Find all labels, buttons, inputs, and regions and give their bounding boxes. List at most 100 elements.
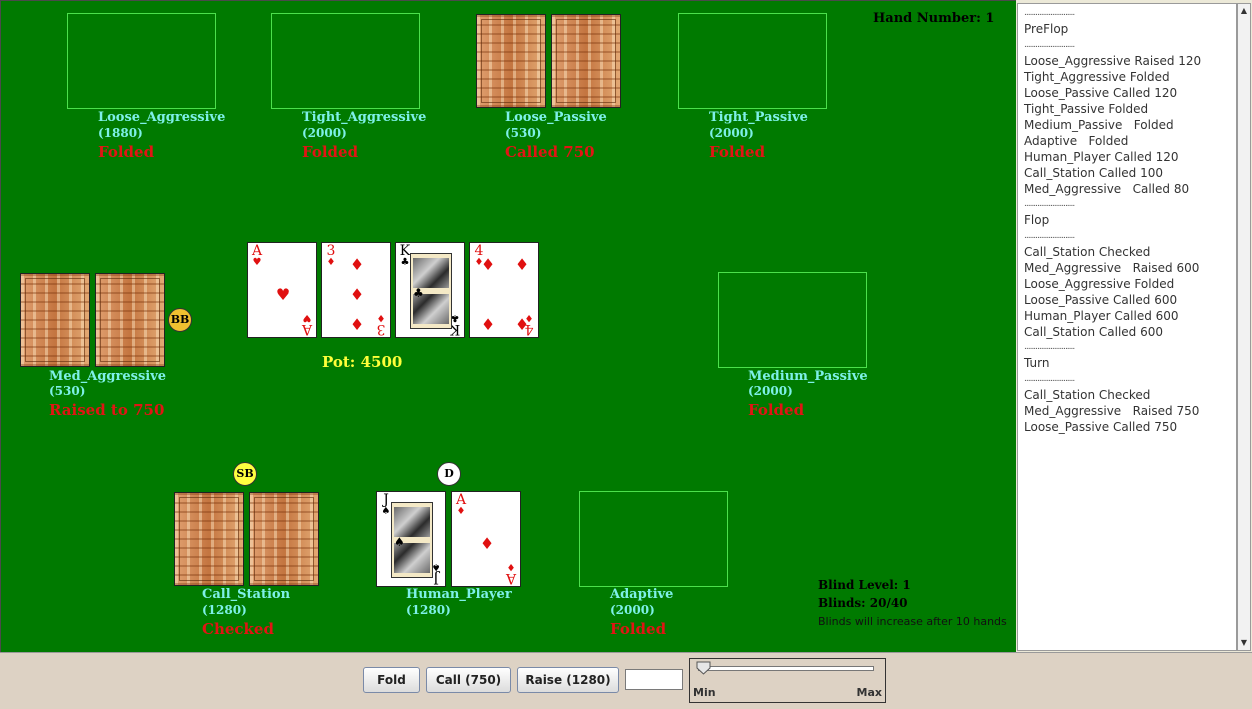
- card-back: [95, 273, 165, 367]
- player-name: Call_Station: [202, 587, 291, 602]
- card-rank: A ♦: [505, 561, 517, 586]
- card-back: [20, 273, 90, 367]
- log-separator: ...........................: [1024, 40, 1075, 50]
- card-suit-icon: ♦: [514, 255, 530, 274]
- player-chips: (2000): [709, 126, 754, 140]
- log-entry: Adaptive Folded: [1024, 134, 1129, 148]
- player-name: Med_Aggressive: [49, 369, 167, 384]
- raise-slider[interactable]: Min Max: [689, 658, 886, 703]
- card-suit-icon: ♦: [479, 534, 495, 553]
- player-name: Medium_Passive: [748, 369, 868, 384]
- card-suit-icon: ♦: [456, 506, 466, 517]
- hand-number: Hand Number: 1: [873, 11, 995, 26]
- log-entry: Human_Player Called 600: [1024, 309, 1179, 323]
- raise-button[interactable]: Raise (1280): [517, 667, 619, 693]
- player-action: Folded: [709, 143, 766, 161]
- player-chips: (1280): [202, 603, 247, 617]
- player-chips: (2000): [610, 603, 655, 617]
- log-entry: Tight_Passive Folded: [1024, 102, 1149, 116]
- slider-thumb[interactable]: [696, 661, 711, 675]
- poker-table: Hand Number: 1 Loose_Aggressive (1880) F…: [0, 0, 1016, 652]
- small-blind-chip: SB: [233, 462, 257, 486]
- log-separator: ...........................: [1024, 342, 1075, 352]
- log-separator: ...........................: [1024, 199, 1075, 209]
- log-entry: Loose_Passive Called 750: [1024, 420, 1178, 434]
- face-card-art: ♣: [410, 253, 452, 329]
- blind-note: Blinds will increase after 10 hands: [818, 615, 1007, 628]
- card-back: [476, 14, 546, 108]
- slider-track[interactable]: [698, 666, 874, 671]
- playing-card: K ♣ K ♣ ♣: [395, 242, 465, 338]
- card-rank: 3 ♦: [325, 244, 337, 268]
- card-back: [174, 492, 244, 586]
- player-action: Raised to 750: [49, 401, 165, 419]
- log-entry: Call_Station Checked: [1024, 245, 1151, 259]
- raise-amount-input[interactable]: [625, 669, 683, 690]
- log-separator: ...........................: [1024, 8, 1075, 18]
- card-slot-medium-passive: [718, 272, 867, 368]
- scroll-down-arrow-icon[interactable]: ▼: [1238, 636, 1250, 650]
- playing-card: A ♦ A ♦ ♦: [451, 491, 521, 587]
- player-action: Called 750: [505, 143, 595, 161]
- player-name: Tight_Passive: [709, 110, 808, 125]
- log-entry: Med_Aggressive Raised 750: [1024, 404, 1200, 418]
- card-suit-icon: ♦: [480, 255, 496, 274]
- big-blind-chip: BB: [168, 308, 192, 332]
- card-slot-loose-aggressive: [67, 13, 216, 109]
- card-rank: 3 ♦: [375, 312, 387, 337]
- log-entry: Loose_Passive Called 600: [1024, 293, 1178, 307]
- call-button[interactable]: Call (750): [426, 667, 511, 693]
- card-rank: A ♥: [251, 244, 263, 268]
- log-entry: Tight_Aggressive Folded: [1024, 70, 1170, 84]
- log-entry: Medium_Passive Folded: [1024, 118, 1174, 132]
- card-slot-tight-passive: [678, 13, 827, 109]
- log-entry: Loose_Aggressive Raised 120: [1024, 54, 1202, 68]
- log-entry: Loose_Aggressive Folded: [1024, 277, 1175, 291]
- player-action: Folded: [98, 143, 155, 161]
- log-entry: Call_Station Called 600: [1024, 325, 1163, 339]
- card-suit-icon: ♣: [413, 286, 424, 300]
- playing-card: 4 ♦ 4 ♦ ♦ ♦ ♦ ♦: [469, 242, 539, 338]
- player-name: Tight_Aggressive: [302, 110, 427, 125]
- card-slot-tight-aggressive: [271, 13, 420, 109]
- card-suit-icon: ♦: [349, 255, 365, 274]
- playing-card: A ♥ A ♥ ♥: [247, 242, 317, 338]
- player-name: Adaptive: [610, 587, 674, 602]
- player-action: Folded: [748, 401, 805, 419]
- card-rank-text: 3: [376, 321, 386, 337]
- player-action: Checked: [202, 620, 274, 638]
- player-chips: (2000): [748, 384, 793, 398]
- card-slot-adaptive: [579, 491, 728, 587]
- log-phase-header: PreFlop: [1024, 22, 1069, 36]
- player-chips: (530): [505, 126, 542, 140]
- player-chips: (1280): [406, 603, 451, 617]
- log-separator: ...........................: [1024, 231, 1075, 241]
- playing-card: J ♠ J ♠ ♠: [376, 491, 446, 587]
- log-scrollbar[interactable]: ▲ ▼: [1237, 3, 1251, 651]
- card-suit-icon: ♦: [326, 257, 336, 268]
- log-entry: Call_Station Called 100: [1024, 166, 1163, 180]
- log-entry: Loose_Passive Called 120: [1024, 86, 1178, 100]
- log-entry: Call_Station Checked: [1024, 388, 1151, 402]
- blind-level: Blind Level: 1: [818, 578, 911, 592]
- log-phase-header: Flop: [1024, 213, 1050, 227]
- player-action: Folded: [302, 143, 359, 161]
- card-suit-icon: ♠: [394, 535, 405, 549]
- card-rank: A ♥: [301, 312, 313, 337]
- card-suit-icon: ♦: [480, 315, 496, 334]
- face-card-art: ♠: [391, 502, 433, 578]
- card-back: [551, 14, 621, 108]
- log-entry: Human_Player Called 120: [1024, 150, 1179, 164]
- playing-card: 3 ♦ 3 ♦ ♦ ♦ ♦: [321, 242, 391, 338]
- action-log: ........................... PreFlop ....…: [1017, 3, 1237, 651]
- player-chips: (530): [49, 384, 86, 398]
- player-action: Folded: [610, 620, 667, 638]
- fold-button[interactable]: Fold: [363, 667, 420, 693]
- log-entry: Med_Aggressive Raised 600: [1024, 261, 1200, 275]
- scroll-up-arrow-icon[interactable]: ▲: [1238, 4, 1250, 18]
- card-rank-text: J: [433, 570, 439, 586]
- log-entry: Med_Aggressive Called 80: [1024, 182, 1190, 196]
- player-name: Loose_Aggressive: [98, 110, 226, 125]
- blind-amounts: Blinds: 20/40: [818, 596, 908, 610]
- action-controls: Fold Call (750) Raise (1280) Min Max: [0, 652, 1252, 709]
